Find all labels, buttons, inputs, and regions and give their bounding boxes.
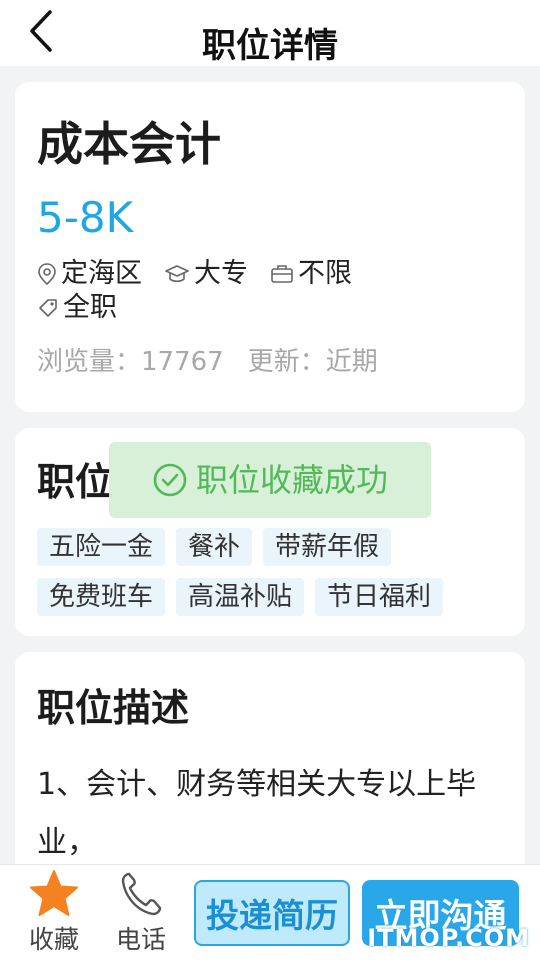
benefit-tag: 节日福利 xyxy=(315,578,444,616)
update-label: 更新： xyxy=(247,347,326,377)
location-pin-icon xyxy=(38,263,56,286)
description-text: 1、会计、财务等相关大专以上毕业， xyxy=(37,767,477,860)
benefit-tag: 高温补贴 xyxy=(176,578,305,616)
description-card: 职位描述 1、会计、财务等相关大专以上毕业， xyxy=(15,652,525,892)
app-screen: 职位详情 成本会计 5-8K 定海区 大专 不限 全职 浏览量： 17767 更… xyxy=(0,0,540,960)
benefit-tag: 餐补 xyxy=(176,528,253,566)
watermark: ITMOP.COM xyxy=(367,924,530,952)
benefit-tags: 五险一金 餐补 带薪年假 免费班车 高温补贴 节日福利 xyxy=(37,528,507,628)
page-title: 职位详情 xyxy=(202,26,338,66)
phone-button[interactable]: 电话 xyxy=(106,869,176,959)
views-count: 17767 xyxy=(141,347,224,377)
toast-text: 职位收藏成功 xyxy=(195,461,388,499)
job-type-text: 全职 xyxy=(63,292,117,323)
star-icon xyxy=(30,870,78,916)
education-text: 大专 xyxy=(194,258,248,289)
tag-icon xyxy=(39,299,57,317)
salary: 5-8K xyxy=(37,193,134,242)
benefit-tag: 五险一金 xyxy=(37,528,166,566)
location-text: 定海区 xyxy=(61,258,142,289)
benefit-tag: 带薪年假 xyxy=(263,528,392,566)
phone-icon xyxy=(121,872,162,916)
graduation-cap-icon xyxy=(165,265,189,283)
location-tag: 定海区 xyxy=(37,256,142,292)
header-bar: 职位详情 xyxy=(0,0,540,66)
views-label: 浏览量： xyxy=(37,347,142,377)
submit-resume-button[interactable]: 投递简历 xyxy=(194,880,350,946)
job-type-tag: 全职 xyxy=(37,290,117,326)
education-tag: 大专 xyxy=(164,256,248,292)
experience-tag: 不限 xyxy=(270,256,352,292)
benefits-section-title: 职位 xyxy=(37,460,114,504)
job-summary-card: 成本会计 5-8K 定海区 大专 不限 全职 浏览量： 17767 更新： 近期 xyxy=(15,82,525,412)
phone-label: 电话 xyxy=(115,925,166,954)
benefit-row: 五险一金 餐补 带薪年假 xyxy=(37,528,507,566)
check-circle-icon xyxy=(153,463,187,497)
benefit-tag: 免费班车 xyxy=(37,578,166,616)
favorite-success-toast: 职位收藏成功 xyxy=(109,442,431,518)
job-meta-row: 浏览量： 17767 更新： 近期 xyxy=(37,344,378,380)
experience-text: 不限 xyxy=(298,258,352,289)
briefcase-icon xyxy=(271,265,293,283)
benefit-row: 免费班车 高温补贴 节日福利 xyxy=(37,578,507,616)
job-attributes-row: 定海区 大专 不限 xyxy=(37,256,374,292)
job-type-row: 全职 xyxy=(37,290,139,326)
job-title: 成本会计 xyxy=(37,117,221,171)
favorite-button[interactable]: 收藏 xyxy=(19,869,89,959)
favorite-label: 收藏 xyxy=(28,925,79,954)
description-section-title: 职位描述 xyxy=(37,686,190,730)
update-value: 近期 xyxy=(325,347,378,377)
